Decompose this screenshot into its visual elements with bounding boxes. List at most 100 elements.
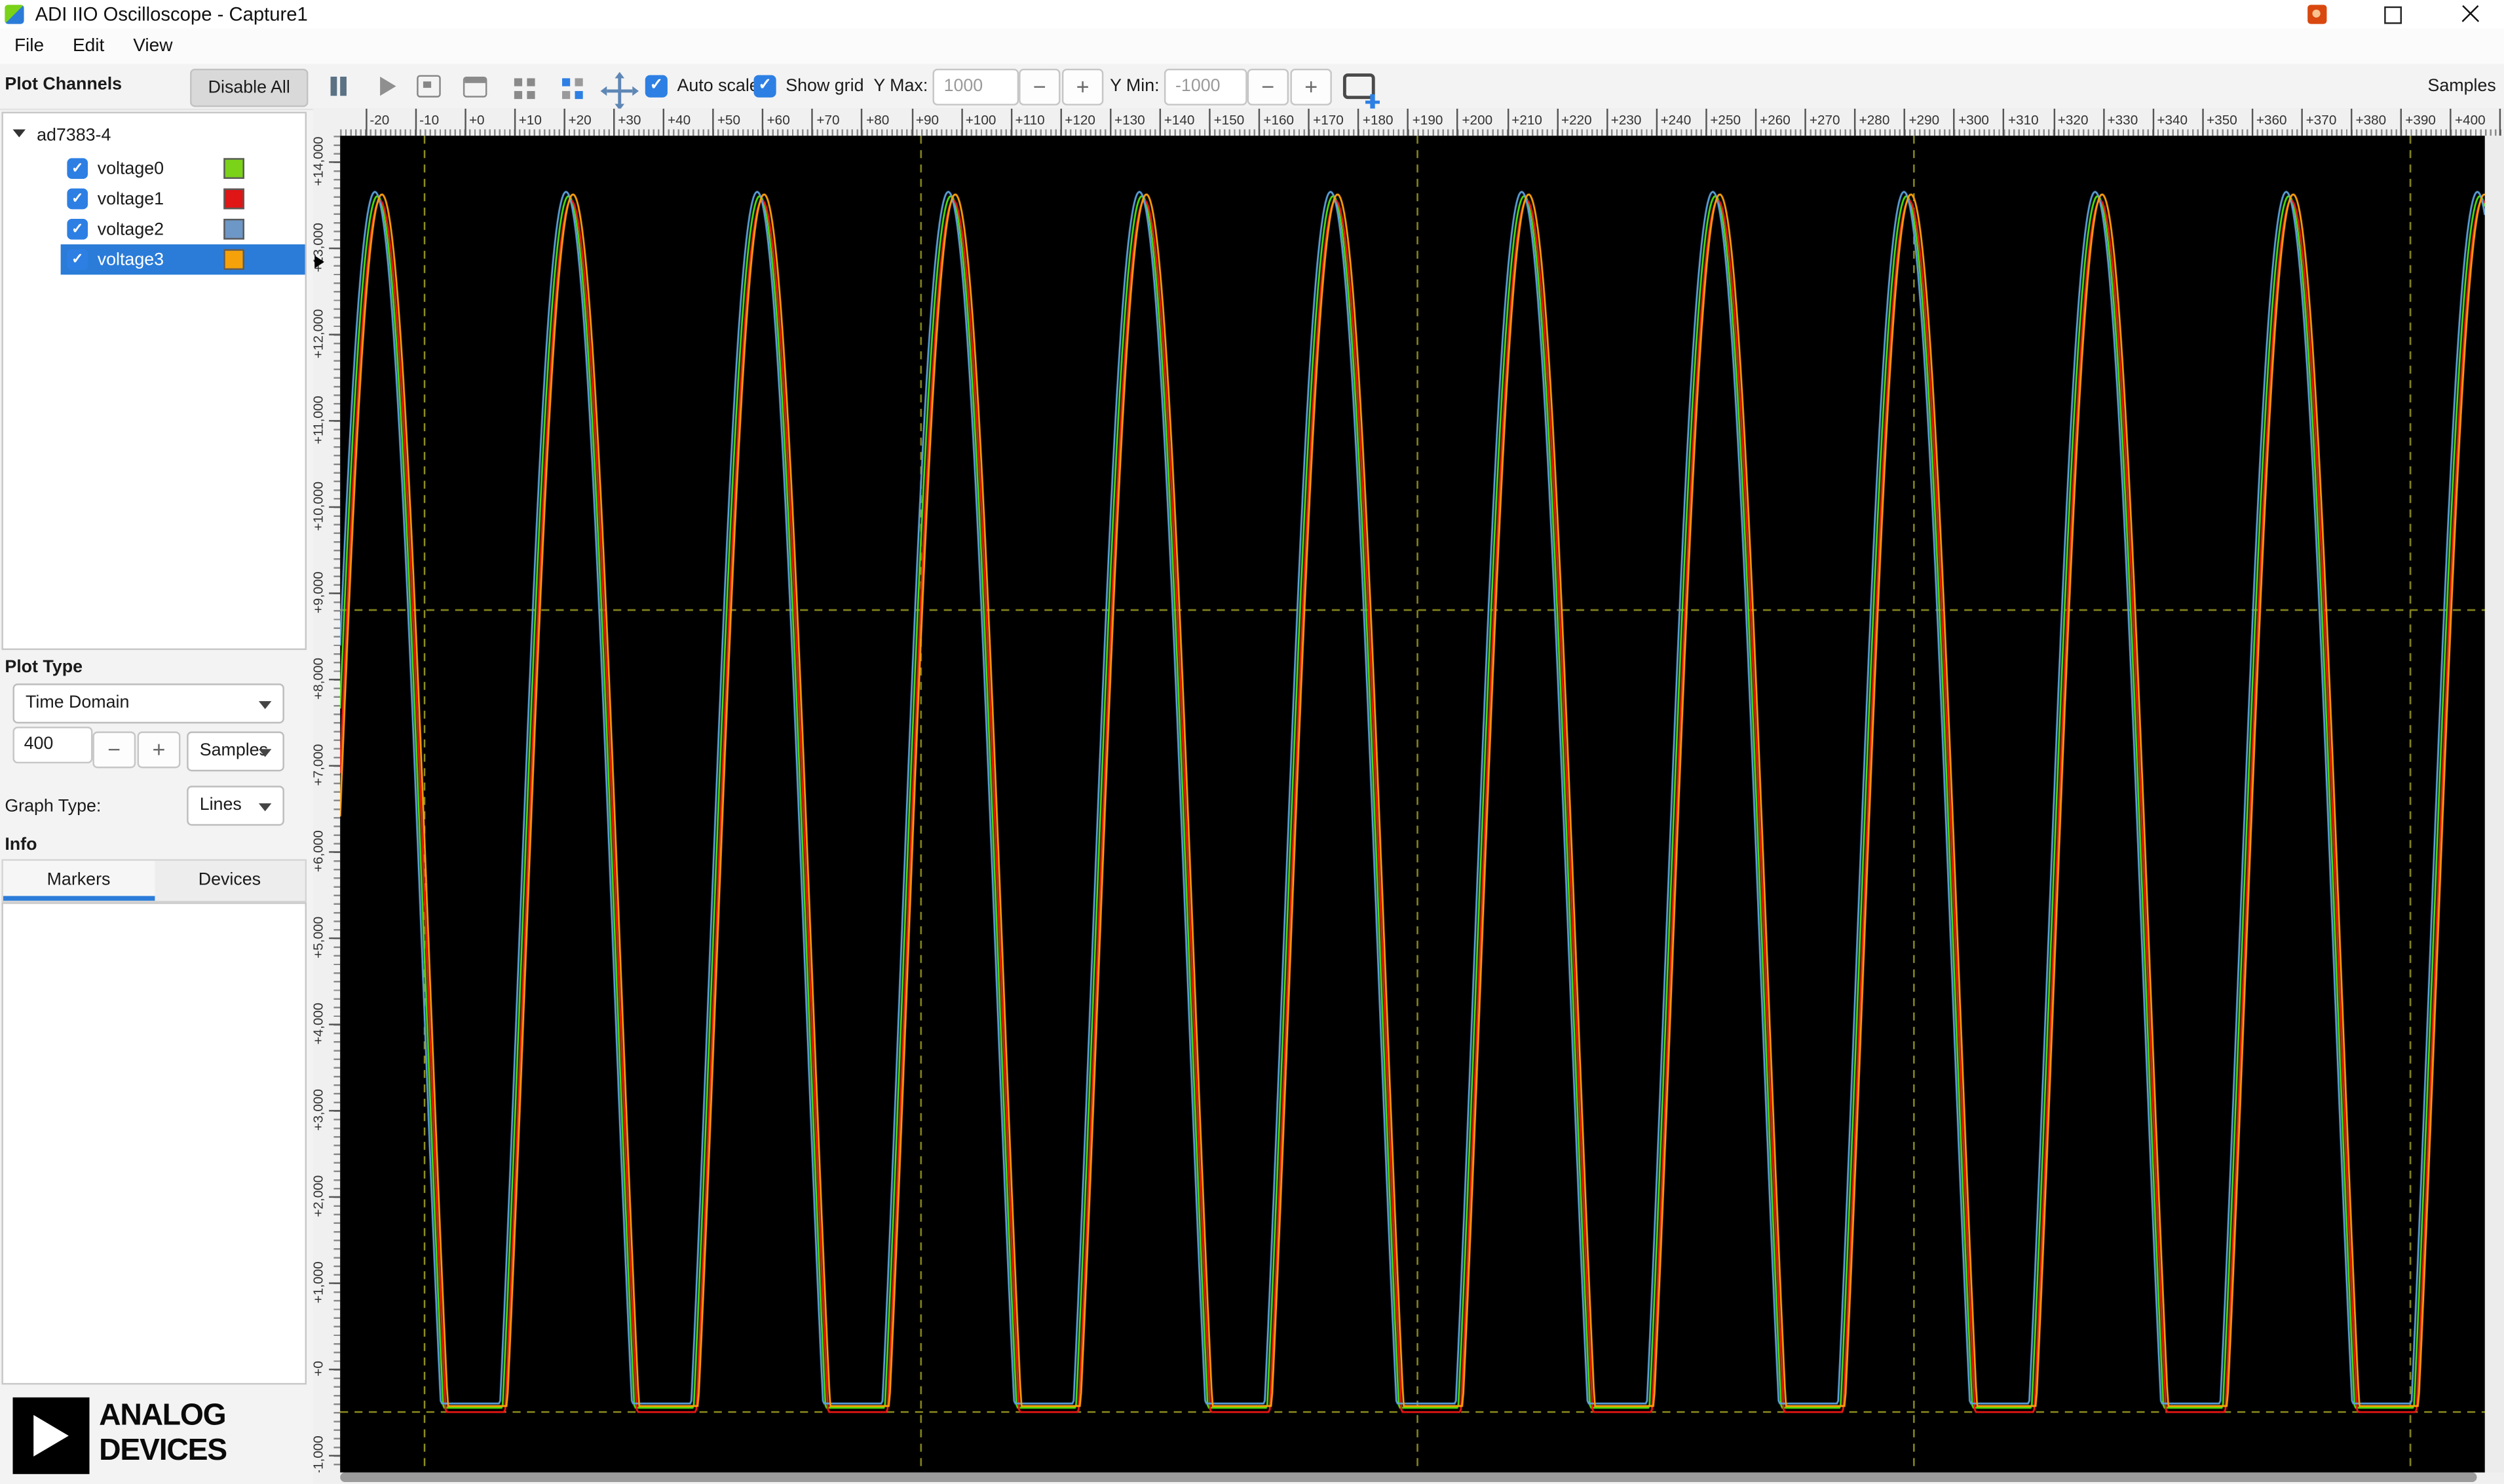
x-tick-label: +190 [1407,108,1443,136]
x-tick-label: +310 [2003,108,2039,136]
plot-type-select[interactable]: Time Domain [12,683,284,724]
y-tick [329,1110,341,1112]
x-tick-label: +140 [1159,108,1194,136]
ruler-marker-icon [314,256,324,269]
pan-icon[interactable] [600,71,639,111]
show-grid-label: Show grid [786,77,864,96]
graph-type-select[interactable]: Lines [187,786,284,826]
auto-scale-checkbox[interactable] [645,75,668,98]
x-tick-label: +240 [1656,108,1691,136]
x-tick-label: +170 [1308,108,1344,136]
menu-bar: File Edit View [0,28,2504,64]
menu-view[interactable]: View [119,29,187,64]
title-bar: ADI IIO Oscilloscope - Capture1 [0,0,2504,31]
x-tick-label: +20 [563,108,592,136]
y-axis-ruler: -1,000 +0 +1,000 +2,000 +3,000 +4,000 +5,000 +6… [313,136,341,1473]
oscilloscope-window: ADI IIO Oscilloscope - Capture1 File Edi… [0,0,2504,1484]
channel-color-swatch[interactable] [223,218,244,240]
y-tick [329,938,341,940]
channel-row[interactable]: ✓ voltage3 [60,244,305,275]
x-tick-label: +0 [464,108,485,136]
y-min-input[interactable]: -1000 [1164,68,1247,105]
x-tick-label: +300 [1953,108,1989,136]
y-min-increment-button[interactable] [1290,68,1332,105]
pause-icon[interactable] [324,72,356,101]
channel-label: voltage1 [97,189,164,209]
x-tick-label: +100 [960,108,996,136]
toolbar: Auto scale Show grid Y Max: 1000 Y Min: … [0,64,2504,111]
y-min-label: Y Min: [1110,77,1160,96]
x-tick-label: +70 [812,108,840,136]
y-tick [329,1023,341,1026]
menu-edit[interactable]: Edit [58,29,119,64]
channel-checkbox[interactable]: ✓ [67,218,88,240]
x-tick-label: +80 [861,108,889,136]
x-tick-label: +90 [911,108,939,136]
sample-count-decrement-button[interactable] [92,731,136,769]
y-tick [329,851,341,854]
horizontal-scrollbar[interactable] [313,1472,2504,1484]
scrollbar-thumb[interactable] [340,1473,2477,1483]
x-tick-label: +400 [2450,108,2486,136]
y-tick [329,765,341,767]
graph-type-label: Graph Type: [5,797,102,816]
y-tick [329,420,341,422]
close-button[interactable] [2461,5,2480,24]
sample-unit-select[interactable]: Samples [187,731,284,772]
y-max-label: Y Max: [873,77,928,96]
tree-expander-icon[interactable] [12,129,26,138]
y-max-increment-button[interactable] [1061,68,1104,105]
new-plot-icon[interactable] [1342,73,1380,109]
channel-color-swatch[interactable] [223,249,244,270]
sample-count-increment-button[interactable] [137,731,181,769]
x-tick-label: +220 [1556,108,1592,136]
grid-view-icon[interactable] [514,78,523,86]
y-max-input[interactable]: 1000 [932,68,1019,105]
zoom-fit-icon[interactable] [417,75,441,98]
device-row[interactable]: ad7383-4 [12,121,111,150]
x-tick-label: +370 [2301,108,2336,136]
x-tick-label: +180 [1357,108,1394,136]
channel-label: voltage2 [97,219,164,239]
tab-devices[interactable]: Devices [154,860,305,901]
channel-row[interactable]: ✓ voltage1 [61,183,305,214]
x-tick-label: +160 [1259,108,1294,136]
channel-checkbox[interactable]: ✓ [67,249,88,270]
menu-file[interactable]: File [0,29,58,64]
show-grid-checkbox[interactable] [753,75,776,98]
plot-type-label: Plot Type [5,658,83,677]
tab-markers[interactable]: Markers [3,860,155,901]
channel-label: voltage3 [97,250,164,269]
tiles-icon[interactable] [562,78,571,86]
window-icon[interactable] [463,77,487,98]
titlebar-alert-icon[interactable] [2307,5,2327,24]
y-min-decrement-button[interactable] [1247,68,1289,105]
plot-channels-label: Plot Channels [5,75,123,94]
x-tick-label: +360 [2251,108,2287,136]
channel-checkbox[interactable]: ✓ [67,188,88,210]
window-title: ADI IIO Oscilloscope - Capture1 [35,3,308,26]
channel-row[interactable]: ✓ voltage0 [61,153,305,183]
x-tick-label: +120 [1059,108,1095,136]
info-tabs: Markers Devices [1,859,307,903]
analog-devices-logo-text: ANALOG DEVICES [99,1399,227,1468]
x-tick-label: +150 [1209,108,1244,136]
play-icon[interactable] [372,72,404,101]
disable-all-button[interactable]: Disable All [190,68,309,107]
channel-tree: ad7383-4 ✓ voltage0 ✓ voltage1 ✓ voltage2 ✓ vol… [1,111,307,651]
y-max-decrement-button[interactable] [1019,68,1061,105]
y-tick [329,679,341,681]
y-tick [329,1282,341,1285]
plot-canvas[interactable] [340,136,2485,1473]
x-tick-label: +280 [1854,108,1889,136]
app-icon [5,5,24,24]
sample-count-input[interactable]: 400 [12,727,93,764]
channel-checkbox[interactable]: ✓ [67,158,88,179]
channel-color-swatch[interactable] [223,188,244,210]
restore-button[interactable] [2384,1,2407,24]
channel-color-swatch[interactable] [223,158,244,179]
x-tick-label: +10 [514,108,542,136]
y-tick [329,161,341,164]
y-tick [329,592,341,595]
channel-row[interactable]: ✓ voltage2 [61,214,305,244]
